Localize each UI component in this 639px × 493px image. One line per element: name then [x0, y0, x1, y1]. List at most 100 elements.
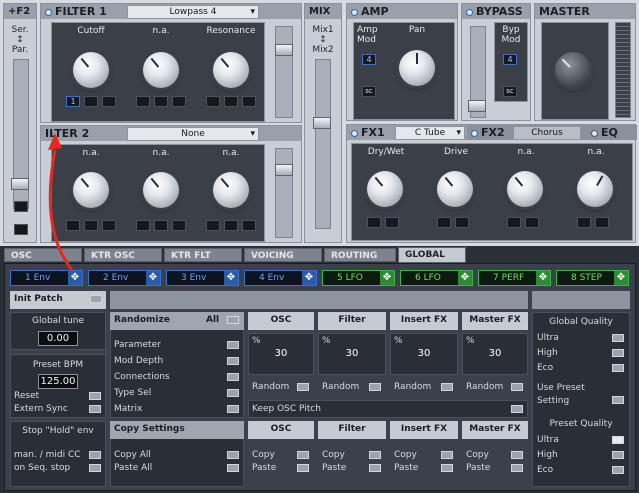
- fx1-mod-box-7[interactable]: [577, 217, 591, 228]
- crosshair-icon[interactable]: ✥: [380, 271, 394, 285]
- pq-high-checkbox[interactable]: [612, 451, 624, 459]
- fx1-mod-box-4[interactable]: [455, 217, 469, 228]
- use-preset-checkbox[interactable]: [612, 396, 624, 404]
- filter2-mod-box-3[interactable]: [102, 220, 116, 231]
- fx1-type-dropdown[interactable]: C Tube ▾: [395, 126, 465, 140]
- fx1-na1-knob[interactable]: [507, 171, 543, 207]
- osc-paste-checkbox[interactable]: [297, 464, 309, 472]
- mod-perf-7[interactable]: 7 PERF ✥: [478, 270, 551, 286]
- fx1-led-icon[interactable]: [351, 129, 358, 137]
- fx1-mod-box-2[interactable]: [385, 217, 399, 228]
- filter2-mod-box-5[interactable]: [154, 220, 168, 231]
- crosshair-icon[interactable]: ✥: [302, 271, 316, 285]
- res-mod-box[interactable]: [206, 96, 220, 107]
- bypass-led-icon[interactable]: [466, 8, 473, 16]
- pq-ultra-checkbox[interactable]: [612, 436, 624, 444]
- osc-copy-checkbox[interactable]: [297, 451, 309, 459]
- crosshair-icon[interactable]: ✥: [146, 271, 160, 285]
- mod-lfo-5[interactable]: 5 LFO ✥: [322, 270, 395, 286]
- master-volume-knob[interactable]: [555, 52, 591, 88]
- cutoff-knob[interactable]: [73, 52, 109, 88]
- mix-fader-track[interactable]: [315, 59, 331, 229]
- f2-mod-box[interactable]: [14, 201, 28, 212]
- col-filter-random-checkbox[interactable]: [369, 383, 381, 391]
- filter2-mod-box-7[interactable]: [206, 220, 220, 231]
- cutoff-mod-box-3[interactable]: [102, 96, 116, 107]
- gq-ultra-checkbox[interactable]: [612, 334, 624, 342]
- na-mod-box[interactable]: [136, 96, 150, 107]
- paste-all-checkbox[interactable]: [227, 464, 239, 472]
- fx1-mod-box-5[interactable]: [507, 217, 521, 228]
- pan-knob[interactable]: [399, 50, 435, 86]
- mod-env-2[interactable]: 2 Env ✥: [88, 270, 161, 286]
- filter2-mod-box-4[interactable]: [136, 220, 150, 231]
- crosshair-icon[interactable]: ✥: [458, 271, 472, 285]
- master-fx-copy-checkbox[interactable]: [511, 451, 523, 459]
- filter1-na-knob[interactable]: [143, 52, 179, 88]
- crosshair-icon[interactable]: ✥: [224, 271, 238, 285]
- crosshair-icon[interactable]: ✥: [536, 271, 550, 285]
- tab-routing[interactable]: ROUTING: [324, 248, 396, 262]
- crosshair-icon[interactable]: ✥: [614, 271, 628, 285]
- pq-eco-checkbox[interactable]: [612, 466, 624, 474]
- bypass-fader-handle[interactable]: [468, 100, 486, 112]
- tab-voicing[interactable]: VOICING: [244, 248, 322, 262]
- ser-par-fader-handle[interactable]: [11, 178, 29, 190]
- keep-osc-pitch-checkbox[interactable]: [511, 405, 523, 413]
- seq-stop-checkbox[interactable]: [89, 464, 101, 472]
- filter2-mod-box-9[interactable]: [242, 220, 256, 231]
- drive-knob[interactable]: [437, 171, 473, 207]
- bypass-sc-box[interactable]: sc: [503, 86, 517, 97]
- bypass-mod-value[interactable]: 4: [503, 54, 517, 65]
- insert-fx-copy-checkbox[interactable]: [441, 451, 453, 459]
- init-patch-checkbox[interactable]: [90, 295, 102, 303]
- filter2-mod-box-2[interactable]: [84, 220, 98, 231]
- fx1-mod-box-6[interactable]: [525, 217, 539, 228]
- cutoff-mod-box[interactable]: 1: [66, 96, 80, 107]
- filter1-level-handle[interactable]: [275, 44, 293, 56]
- mod-env-4[interactable]: 4 Env ✥: [244, 270, 317, 286]
- preset-bpm-value[interactable]: 125.00: [38, 374, 78, 389]
- mod-lfo-6[interactable]: 6 LFO ✥: [400, 270, 473, 286]
- na-mod-box-3[interactable]: [172, 96, 186, 107]
- rand-mod-depth-checkbox[interactable]: [227, 357, 239, 365]
- filter-copy-checkbox[interactable]: [369, 451, 381, 459]
- man-midi-checkbox[interactable]: [89, 451, 101, 459]
- fx1-mod-box-1[interactable]: [367, 217, 381, 228]
- eq-tab[interactable]: EQ: [587, 125, 637, 140]
- resonance-knob[interactable]: [213, 52, 249, 88]
- col-master-fx-random-checkbox[interactable]: [511, 383, 523, 391]
- tab-ktr-osc[interactable]: KTR OSC: [84, 248, 162, 262]
- fx2-led-icon[interactable]: [471, 129, 478, 137]
- filter2-na3-knob[interactable]: [213, 172, 249, 208]
- insert-fx-paste-checkbox[interactable]: [441, 464, 453, 472]
- mod-step-8[interactable]: 8 STEP ✥: [556, 270, 629, 286]
- na-mod-box-2[interactable]: [154, 96, 168, 107]
- filter2-mod-box-6[interactable]: [172, 220, 186, 231]
- dry-wet-knob[interactable]: [367, 171, 403, 207]
- eq-led-icon[interactable]: [591, 129, 598, 137]
- crosshair-icon[interactable]: ✥: [68, 271, 82, 285]
- filter1-level-track[interactable]: [275, 26, 293, 118]
- rand-connections-checkbox[interactable]: [227, 373, 239, 381]
- filter2-na1-knob[interactable]: [73, 172, 109, 208]
- fx2-type-dropdown[interactable]: Chorus: [513, 126, 581, 140]
- randomize-all-checkbox[interactable]: [227, 316, 239, 324]
- rand-matrix-checkbox[interactable]: [227, 405, 239, 413]
- filter2-level-track[interactable]: [275, 148, 293, 238]
- gq-high-checkbox[interactable]: [612, 349, 624, 357]
- fx1-mod-box-8[interactable]: [595, 217, 609, 228]
- tab-global[interactable]: GLOBAL: [398, 247, 466, 263]
- reset-checkbox[interactable]: [89, 392, 101, 400]
- fx1-mod-box-3[interactable]: [437, 217, 451, 228]
- amp-led-icon[interactable]: [351, 8, 358, 16]
- gq-eco-checkbox[interactable]: [612, 364, 624, 372]
- tab-osc[interactable]: OSC: [4, 248, 82, 262]
- filter1-led-icon[interactable]: [45, 8, 52, 16]
- filter2-type-dropdown[interactable]: None ▾: [127, 127, 259, 141]
- mod-env-1[interactable]: 1 Env ✥: [10, 270, 83, 286]
- filter2-mod-box-8[interactable]: [224, 220, 238, 231]
- mod-env-3[interactable]: 3 Env ✥: [166, 270, 239, 286]
- amp-mod-value[interactable]: 4: [362, 54, 376, 65]
- global-tune-value[interactable]: 0.00: [38, 331, 78, 346]
